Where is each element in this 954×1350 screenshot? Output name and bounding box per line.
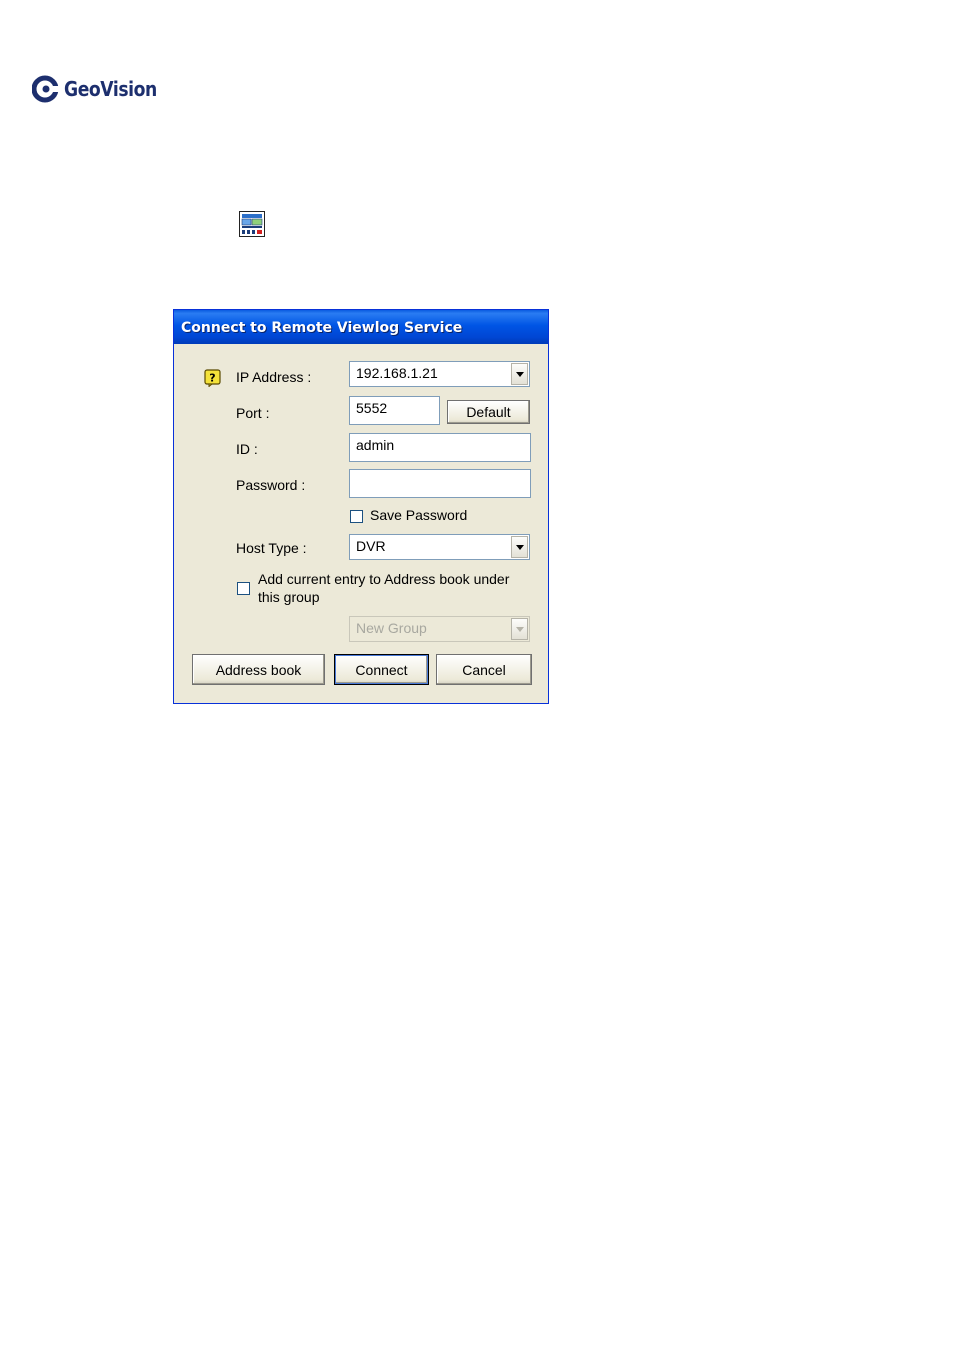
dialog-title: Connect to Remote Viewlog Service: [181, 320, 463, 336]
host-type-dropdown-button[interactable]: [511, 536, 528, 558]
ip-address-dropdown-button[interactable]: [511, 363, 528, 385]
chevron-down-icon: [515, 371, 524, 377]
address-book-button[interactable]: Address book: [192, 654, 325, 685]
password-input[interactable]: [349, 469, 531, 498]
brand-name: GeoVision: [64, 77, 157, 101]
add-entry-label-line1: Add current entry to Address book under: [258, 571, 510, 587]
id-value: admin: [356, 437, 395, 453]
chevron-down-icon: [515, 626, 524, 632]
dialog-body: ? IP Address : 192.168.1.21 Port : 5552 …: [177, 344, 545, 700]
dialog-titlebar[interactable]: Connect to Remote Viewlog Service: [174, 310, 548, 344]
connect-button[interactable]: Connect: [334, 654, 429, 685]
password-label: Password :: [236, 477, 306, 493]
viewlog-toolbar-icon: [239, 211, 265, 237]
port-label: Port :: [236, 405, 270, 421]
id-label: ID :: [236, 441, 258, 457]
host-type-label: Host Type :: [236, 540, 307, 556]
help-icon[interactable]: ?: [204, 369, 222, 387]
cancel-button[interactable]: Cancel: [436, 654, 532, 685]
svg-text:?: ?: [209, 372, 215, 385]
add-entry-label-line2: this group: [258, 589, 320, 605]
geovision-logo: GeoVision: [32, 75, 172, 103]
add-to-address-book-checkbox[interactable]: [237, 582, 250, 595]
group-combobox: New Group: [349, 616, 530, 642]
host-type-combobox[interactable]: DVR: [349, 534, 530, 560]
ip-address-value: 192.168.1.21: [356, 365, 438, 381]
group-dropdown-button: [511, 618, 528, 640]
default-port-button[interactable]: Default: [447, 400, 530, 424]
port-input[interactable]: 5552: [349, 396, 440, 425]
chevron-down-icon: [515, 544, 524, 550]
ip-address-label: IP Address :: [236, 369, 312, 385]
save-password-label: Save Password: [370, 507, 468, 523]
group-value: New Group: [356, 620, 427, 636]
id-input[interactable]: admin: [349, 433, 531, 462]
geovision-logo-mark-icon: [32, 75, 59, 103]
port-value: 5552: [356, 400, 388, 416]
host-type-value: DVR: [356, 538, 386, 554]
connect-remote-viewlog-dialog: Connect to Remote Viewlog Service ? IP A…: [173, 309, 549, 704]
save-password-checkbox[interactable]: [350, 510, 363, 523]
ip-address-combobox[interactable]: 192.168.1.21: [349, 361, 530, 387]
